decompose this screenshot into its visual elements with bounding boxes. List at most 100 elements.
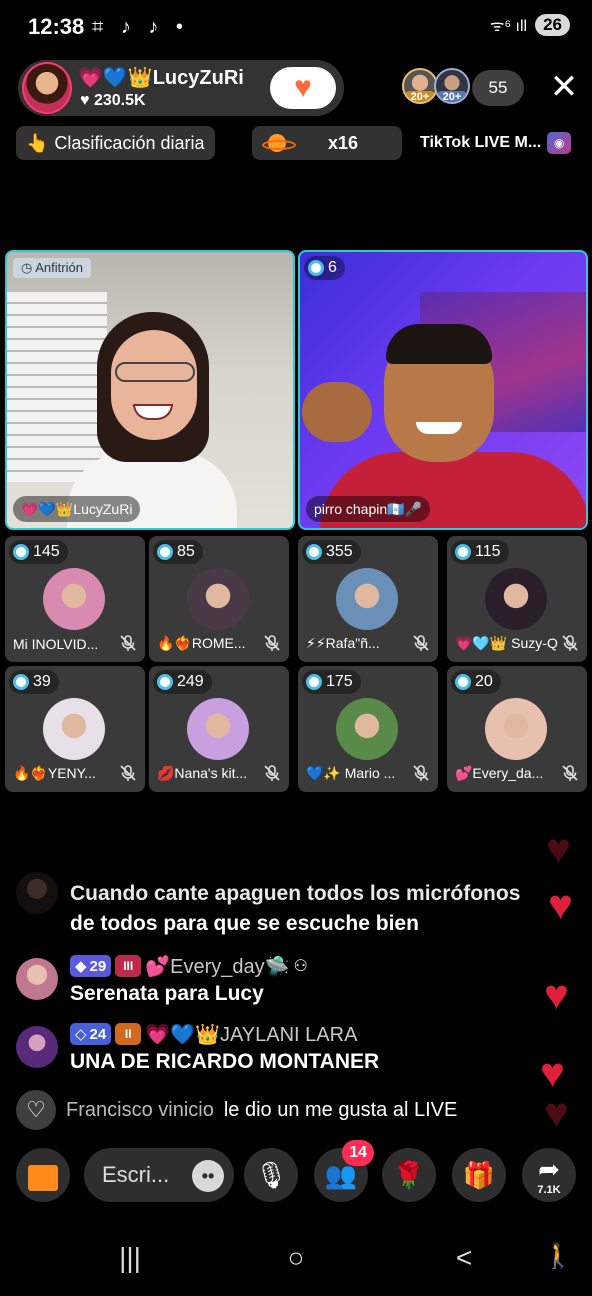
user-add-icon: ⚇: [293, 958, 308, 975]
rose-gift-button[interactable]: 🌹: [382, 1148, 436, 1202]
chat-username[interactable]: 💗💙👑JAYLANI LARA: [145, 1022, 357, 1047]
chat-avatar[interactable]: [16, 958, 58, 1000]
multiplier-button[interactable]: x16: [252, 126, 402, 160]
home-icon[interactable]: ○: [272, 1242, 320, 1274]
chat-meta: ◇ 24 II 💗💙👑JAYLANI LARA: [70, 1022, 357, 1046]
guests-button[interactable]: 👥 14: [314, 1140, 374, 1202]
guest-name: 💗🩵👑 Suzy-Q: [455, 635, 558, 651]
coin-icon: [306, 544, 322, 560]
coin-icon: [455, 544, 471, 560]
signal-icon: ᯤ⁶ ıll: [489, 18, 528, 35]
gift-icon: 🎁: [462, 1159, 496, 1190]
host-tile-name[interactable]: 💗💙👑LucyZuRi: [13, 496, 141, 522]
planet-icon: [262, 132, 296, 154]
chat-message[interactable]: ◆ 29 III 💕Every_day🛸 ⚇ Serenata para Lucy: [16, 954, 536, 1010]
host-info-pill[interactable]: 💗💙👑LucyZuRi ♥ 230.5K ♥ 29: [18, 60, 344, 116]
gift-button[interactable]: 🎁: [452, 1148, 506, 1202]
shop-bag-button[interactable]: [16, 1148, 70, 1202]
like-event: ♡ Francisco vinicio le dio un me gusta a…: [16, 1090, 457, 1130]
accessibility-icon[interactable]: 🚶: [534, 1242, 582, 1271]
diamond-icon: ◇: [75, 1026, 87, 1043]
chat-avatar[interactable]: [16, 872, 58, 914]
chat-avatar[interactable]: [16, 1026, 58, 1068]
diamond-icon: ◆: [75, 958, 87, 975]
fan-badge: II: [115, 1023, 142, 1045]
guest-score: 175: [326, 673, 353, 690]
close-icon[interactable]: ✕: [546, 70, 582, 106]
rose-icon: 🌹: [392, 1159, 426, 1190]
tiktok-live-button[interactable]: TikTok LIVE M... ◉: [420, 126, 572, 160]
viewer-count-button[interactable]: 55: [472, 70, 524, 106]
chat-meta: ◆ 29 III 💕Every_day🛸 ⚇: [70, 954, 308, 978]
status-bar: 12:38 ⌗ ♪ ♪ • ᯤ⁶ ıll 26: [0, 0, 592, 56]
guest-tile[interactable]: 20 💕Every_da...: [447, 666, 587, 792]
guest-score-badge: 39: [9, 670, 59, 694]
daily-ranking-button[interactable]: 👆 Clasificación diaria: [16, 126, 215, 160]
broken-heart-icon: ♥ 29: [285, 73, 321, 110]
guest-avatar[interactable]: [336, 568, 398, 630]
level-badge: ◆ 29: [70, 955, 112, 977]
guest-tile-name[interactable]: pirro chapin🇬🇹🎤: [306, 496, 431, 522]
guest-avatar[interactable]: [43, 698, 105, 760]
viewer-avatar[interactable]: 20+: [434, 68, 470, 104]
back-icon[interactable]: <: [440, 1242, 488, 1274]
host-role-badge: ◷ Anfitrión: [13, 258, 91, 278]
guest-tile[interactable]: 355 ⚡⚡Rafa"ñ...: [298, 536, 438, 662]
coin-icon: [306, 674, 322, 690]
floating-heart-icon: ♥: [544, 1089, 569, 1136]
chat-message-text: Cuando cante apaguen todos los micrófono…: [70, 882, 521, 905]
daily-ranking-label: Clasificación diaria: [54, 132, 205, 153]
guest-tile[interactable]: 249 💋Nana's kit...: [149, 666, 289, 792]
mic-muted-icon: [119, 634, 137, 652]
follow-button[interactable]: ♥ 29: [270, 67, 336, 109]
chat-message[interactable]: ◇ 24 II 💗💙👑JAYLANI LARA UNA DE RICARDO MO…: [16, 1022, 536, 1078]
guest-tile[interactable]: 39 🔥❤️‍🔥YENY...: [5, 666, 145, 792]
viewer-badge: 20+: [436, 91, 468, 102]
guest-avatar[interactable]: [187, 698, 249, 760]
host-likes: ♥ 230.5K: [80, 92, 146, 109]
comment-input[interactable]: Escri... ••: [84, 1148, 234, 1202]
pointing-hand-icon: 👆: [26, 132, 49, 153]
chat-message-text: de todos para que se escuche bien: [70, 912, 419, 935]
coin-icon: [157, 544, 173, 560]
guest-tile[interactable]: 85 🔥❤️‍🔥ROME...: [149, 536, 289, 662]
guest-avatar[interactable]: [485, 568, 547, 630]
guest-score: 6: [328, 259, 337, 276]
floating-heart-icon: ♥: [544, 971, 569, 1018]
guest-name: Mi INOLVID...: [13, 636, 99, 652]
chat-message[interactable]: Cuando cante apaguen todos los micrófono…: [16, 872, 576, 942]
guest-score: 115: [475, 543, 501, 560]
chat-username[interactable]: 💕Every_day🛸: [145, 954, 289, 979]
emoji-icon[interactable]: ••: [192, 1160, 224, 1192]
mic-muted-icon: [263, 764, 281, 782]
viewer-avatar[interactable]: 20+: [402, 68, 438, 104]
guest-tile[interactable]: 115 💗🩵👑 Suzy-Q: [447, 536, 587, 662]
host-video-tile[interactable]: ◷ Anfitrión 💗💙👑LucyZuRi: [5, 250, 295, 530]
guest-tile[interactable]: 145 Mi INOLVID...: [5, 536, 145, 662]
tiktok-live-label: TikTok LIVE M...: [420, 134, 542, 151]
guest-avatar[interactable]: [336, 698, 398, 760]
guest-score-badge: 355: [302, 540, 361, 564]
guest-score-badge: 85: [153, 540, 203, 564]
host-role-label: Anfitrión: [35, 260, 83, 275]
like-event-user[interactable]: Francisco vinicio: [66, 1099, 214, 1122]
recents-icon[interactable]: |||: [106, 1242, 154, 1274]
guest-name: 🔥❤️‍🔥ROME...: [157, 635, 246, 651]
guest-tile[interactable]: 175 💙✨ Mario ...: [298, 666, 438, 792]
guest-name: 💙✨ Mario ...: [306, 765, 396, 781]
host-avatar[interactable]: [22, 62, 72, 114]
guest-score-badge: 6: [304, 256, 345, 280]
mic-muted-icon: [412, 634, 430, 652]
guest-video-tile[interactable]: 6 pirro chapin🇬🇹🎤: [298, 250, 588, 530]
floating-heart-icon: ♥: [546, 825, 571, 872]
top-viewers[interactable]: 20+ 20+: [402, 68, 470, 108]
microphone-button[interactable]: 🎙: [244, 1148, 298, 1202]
guest-avatar[interactable]: [43, 568, 105, 630]
mic-muted-icon: [263, 634, 281, 652]
share-button[interactable]: ➦ 7.1K: [522, 1148, 576, 1202]
guest-avatar[interactable]: [187, 568, 249, 630]
guest-name: 💕Every_da...: [455, 765, 544, 781]
viewer-badge: 20+: [404, 91, 436, 102]
follow-count: 29: [299, 95, 313, 109]
guest-avatar[interactable]: [485, 698, 547, 760]
